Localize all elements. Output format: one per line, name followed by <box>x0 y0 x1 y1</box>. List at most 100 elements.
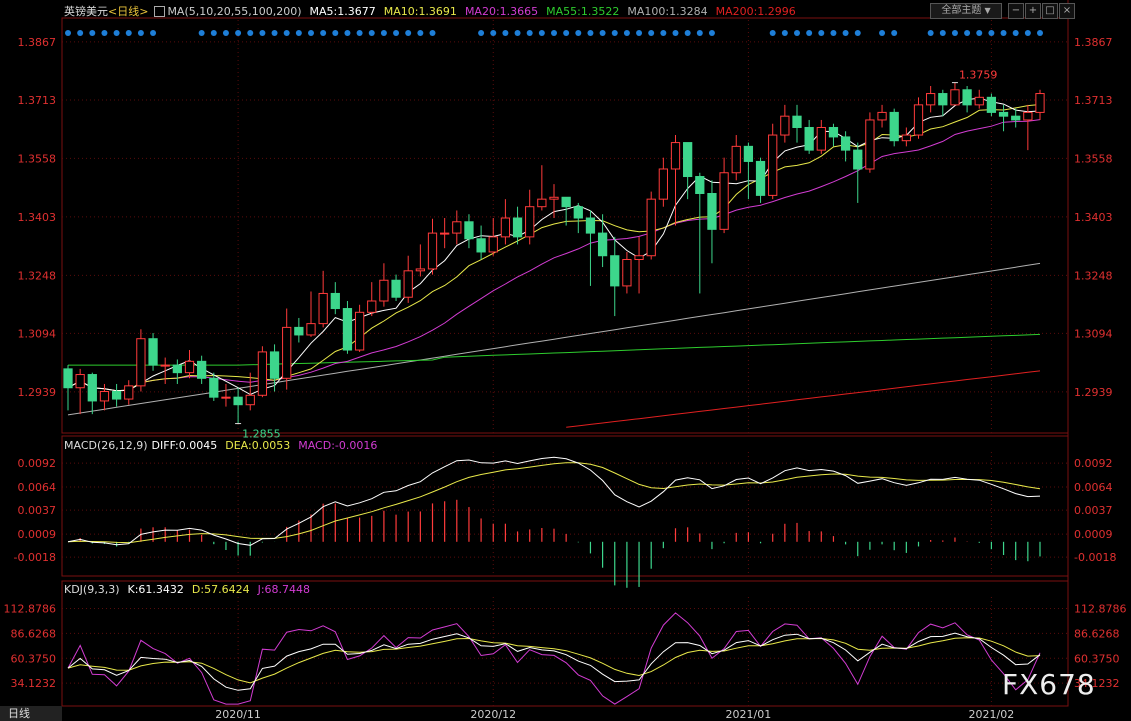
candle-body <box>500 217 511 238</box>
event-dot <box>842 30 849 36</box>
theme-select-button[interactable]: 全部主题 ▼ <box>930 3 1002 19</box>
event-dot <box>137 30 144 36</box>
macd-macd-value: MACD:-0.0016 <box>298 438 378 452</box>
event-dot <box>198 30 205 36</box>
candle-body <box>877 111 887 121</box>
ma200-line <box>566 370 1041 428</box>
candle-body <box>634 255 644 261</box>
chart-canvas[interactable]: 1.3867 1.3867 1.3713 1.3713 1.3558 1.3558 1.34… <box>0 0 1131 721</box>
candle-body <box>950 89 960 106</box>
event-dot <box>502 30 509 36</box>
macd-tick-right: 0.0037 <box>1074 504 1113 517</box>
event-dot <box>599 30 606 36</box>
event-dot <box>393 30 400 36</box>
candle-body <box>415 268 425 272</box>
candle-body <box>780 115 790 136</box>
candle-body <box>998 111 1009 117</box>
event-dot <box>332 30 339 36</box>
event-dot <box>769 30 776 36</box>
event-dot <box>125 30 132 36</box>
candle-body <box>1011 115 1021 121</box>
price-tick-right: 1.2939 <box>1074 386 1113 399</box>
event-dot <box>478 30 485 36</box>
event-dot <box>344 30 351 36</box>
candle-body <box>427 232 438 270</box>
period-tab-daily[interactable]: 日线 <box>0 706 62 721</box>
event-dot <box>891 30 898 36</box>
candle-body <box>221 396 231 399</box>
event-dot <box>113 30 120 36</box>
event-dot <box>854 30 861 36</box>
candle-body <box>148 338 158 366</box>
candle-body <box>646 198 656 257</box>
candle-body <box>926 93 936 106</box>
high-annotation: 1.3759 <box>959 69 998 82</box>
event-dot <box>623 30 630 36</box>
event-dot <box>368 30 375 36</box>
period-label[interactable]: <日线> <box>108 3 148 19</box>
kdj-header: KDJ(9,3,3) K:61.3432 D:57.6424 J:68.7448 <box>64 581 310 597</box>
event-dot <box>806 30 813 36</box>
candle-body <box>573 206 583 219</box>
event-dot <box>271 30 278 36</box>
candle-body <box>464 221 474 240</box>
candle-body <box>245 394 255 406</box>
candle-body <box>512 217 523 238</box>
date-label: 2021/02 <box>969 708 1015 721</box>
candle-body <box>306 323 316 336</box>
candle-body <box>840 136 851 151</box>
candle-body <box>75 374 85 389</box>
candle-body <box>1023 111 1033 121</box>
event-dot <box>429 30 436 36</box>
theme-select-label: 全部主题 <box>941 5 982 16</box>
macd-tick-left: 0.0037 <box>18 504 57 517</box>
candle-body <box>379 279 389 302</box>
event-dot <box>648 30 655 36</box>
candle-body <box>828 126 839 138</box>
candle-body <box>99 391 110 402</box>
close-icon[interactable]: × <box>1059 3 1075 19</box>
panel-border <box>61 435 1069 577</box>
candle-body <box>683 142 693 178</box>
candle-body <box>124 385 134 400</box>
kdj-tick-right: 86.6268 <box>1074 627 1120 640</box>
event-dot <box>927 30 934 36</box>
kdj-tick-left: 86.6268 <box>11 627 57 640</box>
event-dot <box>696 30 703 36</box>
candle-body <box>330 292 340 310</box>
event-dot <box>1000 30 1007 36</box>
candle-body <box>294 326 304 336</box>
event-dot <box>563 30 570 36</box>
date-label: 2021/01 <box>726 708 772 721</box>
plus-icon[interactable]: + <box>1025 3 1041 19</box>
candle-body <box>318 292 328 325</box>
event-dot <box>611 30 618 36</box>
candle-body <box>658 168 668 200</box>
event-dot <box>356 30 363 36</box>
candle-body <box>403 270 413 298</box>
event-dot <box>308 30 314 36</box>
event-dot <box>672 30 679 36</box>
candle-body <box>901 134 911 142</box>
minus-icon[interactable]: − <box>1008 3 1024 19</box>
candle-body <box>1035 93 1045 113</box>
event-dot <box>405 30 412 36</box>
price-tick-left: 1.3713 <box>18 94 57 107</box>
kdj-name: KDJ(9,3,3) <box>64 582 120 596</box>
candle-body <box>986 96 997 113</box>
event-dot <box>879 30 886 36</box>
maximize-icon[interactable]: □ <box>1042 3 1058 19</box>
kdj-tick-left: 34.1232 <box>11 677 57 690</box>
kdj-k-line <box>67 632 1041 691</box>
event-dot <box>818 30 825 36</box>
panel-border <box>61 580 1069 707</box>
event-dot <box>684 30 691 36</box>
event-dot <box>222 30 229 36</box>
macd-dea-value: DEA:0.0053 <box>225 438 291 452</box>
event-dot <box>964 30 971 36</box>
event-dot <box>575 30 582 36</box>
candle-body <box>342 308 353 351</box>
price-tick-left: 1.3248 <box>18 269 57 282</box>
event-dot <box>247 30 254 36</box>
candle-body <box>695 176 705 194</box>
